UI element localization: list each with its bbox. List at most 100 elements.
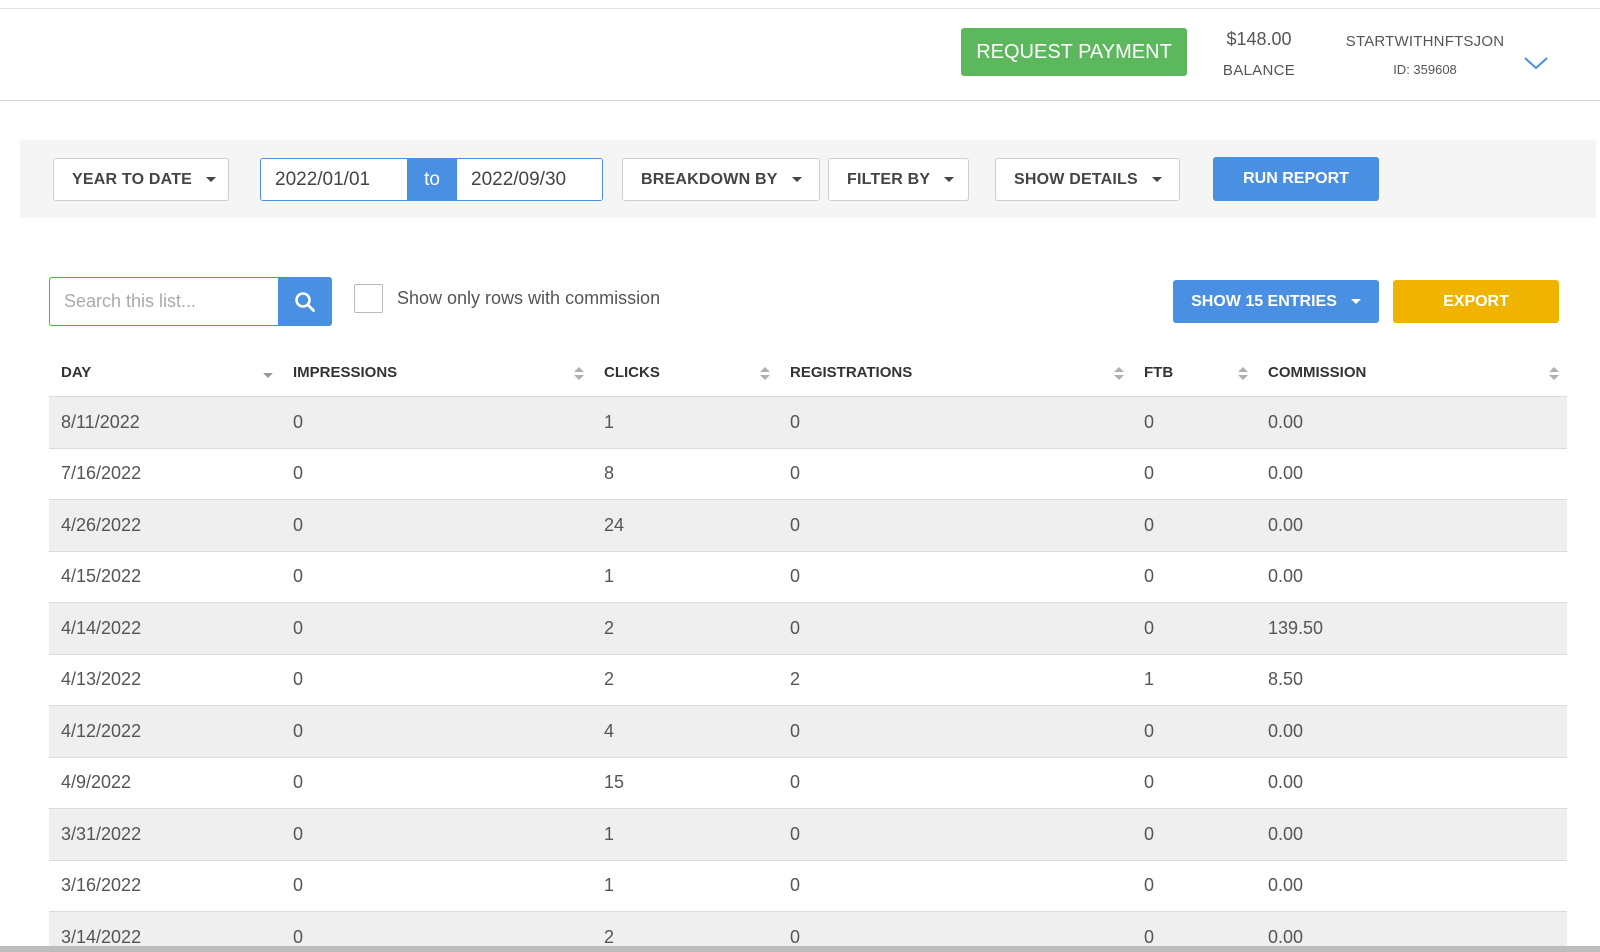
breakdown-dropdown[interactable]: BREAKDOWN BY [622, 158, 820, 201]
commission-only-label: Show only rows with commission [397, 288, 661, 308]
table-row: 4/15/2022 0 1 0 0 0.00 [49, 551, 1567, 603]
table-row: 3/16/2022 0 1 0 0 0.00 [49, 860, 1567, 912]
cell-commission: 8.50 [1268, 669, 1304, 690]
cell-ftb: 1 [1144, 669, 1155, 690]
caret-down-icon [1151, 177, 1162, 182]
cell-clicks: 1 [604, 411, 615, 432]
caret-down-icon [206, 177, 217, 182]
cell-impressions: 0 [293, 720, 304, 741]
horizontal-scrollbar[interactable] [0, 946, 1600, 952]
cell-ftb: 0 [1144, 514, 1155, 535]
cell-day: 4/12/2022 [61, 720, 142, 741]
date-range: to [260, 158, 603, 201]
date-to-label: to [407, 159, 457, 200]
cell-registrations: 0 [790, 823, 801, 844]
cell-registrations: 0 [790, 566, 801, 587]
table-row: 4/12/2022 0 4 0 0 0.00 [49, 706, 1567, 758]
cell-ftb: 0 [1144, 411, 1155, 432]
cell-clicks: 2 [604, 669, 615, 690]
cell-clicks: 15 [604, 772, 625, 793]
cell-day: 3/31/2022 [61, 823, 142, 844]
cell-registrations: 0 [790, 617, 801, 638]
cell-registrations: 0 [790, 411, 801, 432]
date-to-input[interactable] [457, 159, 602, 200]
cell-registrations: 0 [790, 875, 801, 896]
show-entries-button[interactable]: SHOW 15 ENTRIES [1173, 280, 1379, 323]
table-row: 8/11/2022 0 1 0 0 0.00 [49, 397, 1567, 449]
filter-dropdown[interactable]: FILTER BY [828, 158, 969, 201]
cell-day: 4/26/2022 [61, 514, 142, 535]
caret-down-icon [791, 177, 802, 182]
cell-impressions: 0 [293, 772, 304, 793]
cell-commission: 0.00 [1268, 463, 1304, 484]
table-row: 7/16/2022 0 8 0 0 0.00 [49, 448, 1567, 500]
export-button[interactable]: EXPORT [1393, 280, 1559, 323]
sort-icon [574, 367, 584, 381]
cell-commission: 0.00 [1268, 720, 1304, 741]
cell-ftb: 0 [1144, 463, 1155, 484]
cell-clicks: 8 [604, 463, 615, 484]
cell-registrations: 2 [790, 669, 801, 690]
request-payment-button[interactable]: REQUEST PAYMENT [961, 28, 1187, 76]
column-header-registrations[interactable]: REGISTRATIONS [778, 349, 1132, 396]
cell-day: 8/11/2022 [61, 411, 140, 432]
cell-impressions: 0 [293, 514, 304, 535]
sort-icon [263, 367, 273, 381]
column-header-label: DAY [61, 364, 92, 381]
filter-bar: YEAR TO DATE to BREAKDOWN BY FILTER BY S… [20, 140, 1596, 218]
caret-down-icon [944, 177, 955, 182]
column-header-commission[interactable]: COMMISSION [1256, 349, 1567, 396]
cell-commission: 0.00 [1268, 514, 1304, 535]
cell-registrations: 0 [790, 463, 801, 484]
column-header-day[interactable]: DAY [49, 349, 281, 396]
sort-icon [760, 367, 770, 381]
caret-down-icon [1350, 299, 1361, 304]
run-report-button[interactable]: RUN REPORT [1213, 157, 1379, 201]
search-button[interactable] [278, 277, 332, 326]
column-header-ftb[interactable]: FTB [1132, 349, 1256, 396]
cell-commission: 139.50 [1268, 617, 1324, 638]
cell-impressions: 0 [293, 411, 304, 432]
column-header-impressions[interactable]: IMPRESSIONS [281, 349, 592, 396]
cell-day: 3/16/2022 [61, 875, 142, 896]
table-row: 4/26/2022 0 24 0 0 0.00 [49, 500, 1567, 552]
period-dropdown[interactable]: YEAR TO DATE [53, 158, 229, 201]
table-row: 4/9/2022 0 15 0 0 0.00 [49, 757, 1567, 809]
sort-icon [1114, 367, 1124, 381]
user-menu-toggle[interactable] [1522, 53, 1550, 75]
cell-impressions: 0 [293, 617, 304, 638]
details-dropdown[interactable]: SHOW DETAILS [995, 158, 1180, 201]
cell-clicks: 1 [604, 823, 615, 844]
cell-commission: 0.00 [1268, 772, 1304, 793]
cell-day: 7/16/2022 [61, 463, 142, 484]
header: REQUEST PAYMENT $148.00 BALANCE STARTWIT… [0, 9, 1600, 101]
date-from-input[interactable] [261, 159, 407, 200]
cell-impressions: 0 [293, 875, 304, 896]
balance-amount: $148.00 [1226, 29, 1292, 49]
user-info: STARTWITHNFTSJON ID: 359608 [1330, 33, 1520, 77]
table-body: 8/11/2022 0 1 0 0 0.00 7/16/2022 0 8 0 0… [49, 397, 1567, 952]
chevron-down-icon [1524, 57, 1548, 70]
cell-commission: 0.00 [1268, 566, 1304, 587]
column-header-label: COMMISSION [1268, 364, 1367, 381]
details-dropdown-label: SHOW DETAILS [1014, 170, 1138, 188]
cell-clicks: 1 [604, 875, 615, 896]
balance: $148.00 BALANCE [1214, 29, 1304, 79]
show-entries-label: SHOW 15 ENTRIES [1191, 292, 1337, 310]
search [49, 277, 332, 326]
cell-ftb: 0 [1144, 617, 1155, 638]
column-header-label: FTB [1144, 364, 1174, 381]
period-dropdown-label: YEAR TO DATE [72, 170, 193, 188]
cell-ftb: 0 [1144, 823, 1155, 844]
cell-clicks: 2 [604, 617, 615, 638]
search-input[interactable] [49, 277, 278, 326]
column-header-label: REGISTRATIONS [790, 364, 913, 381]
cell-clicks: 24 [604, 514, 625, 535]
search-icon [295, 291, 315, 312]
cell-registrations: 0 [790, 514, 801, 535]
column-header-clicks[interactable]: CLICKS [592, 349, 778, 396]
commission-only-checkbox[interactable] [354, 284, 383, 313]
cell-day: 4/13/2022 [61, 669, 142, 690]
cell-day: 4/15/2022 [61, 566, 142, 587]
cell-registrations: 0 [790, 720, 801, 741]
